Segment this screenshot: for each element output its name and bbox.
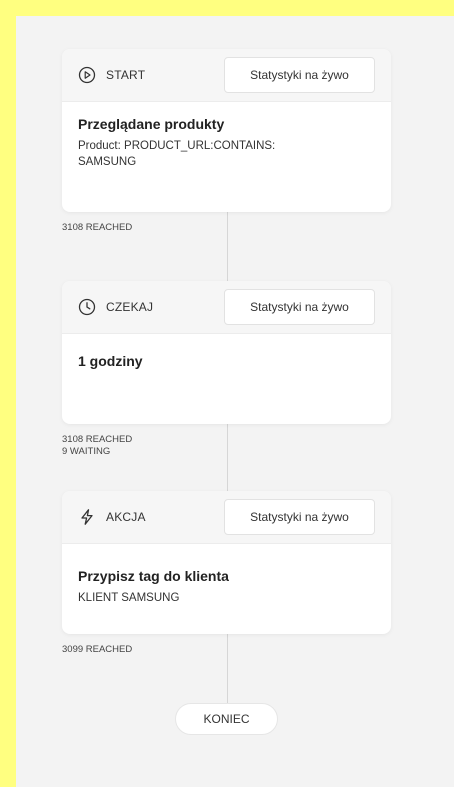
step-title: Przypisz tag do klienta (78, 568, 229, 584)
connector-line (227, 424, 228, 491)
workflow-step-wait[interactable]: CZEKAJ Statystyki na żywo 1 godziny (62, 281, 391, 424)
step-stats: 3108 REACHED (62, 222, 132, 234)
step-type-label: CZEKAJ (106, 300, 154, 314)
step-header: START Statystyki na żywo (62, 49, 391, 102)
reached-count: 3108 REACHED (62, 222, 133, 233)
step-stats: 3099 REACHED (62, 644, 132, 656)
play-circle-icon (78, 66, 96, 84)
step-detail: KLIENT SAMSUNG (78, 592, 180, 604)
live-stats-button[interactable]: Statystyki na żywo (224, 499, 375, 535)
live-stats-button[interactable]: Statystyki na żywo (224, 57, 375, 93)
reached-count: 3099 REACHED (62, 644, 133, 655)
step-title: Przeglądane produkty (78, 116, 225, 132)
connector-line (227, 212, 228, 281)
step-type-label: START (106, 68, 146, 82)
step-header: CZEKAJ Statystyki na żywo (62, 281, 391, 334)
step-body: Przeglądane produkty Product: PRODUCT_UR… (62, 102, 391, 184)
workflow-step-action[interactable]: AKCJA Statystyki na żywo Przypisz tag do… (62, 491, 391, 634)
clock-icon (78, 298, 96, 316)
reached-count: 3108 REACHED (62, 434, 133, 445)
lightning-icon (78, 508, 96, 526)
step-stats: 3108 REACHED 9 WAITING (62, 434, 132, 458)
waiting-count: 9 WAITING (62, 446, 111, 457)
workflow-end-node: KONIEC (175, 703, 278, 735)
step-body: Przypisz tag do klienta KLIENT SAMSUNG (62, 544, 391, 620)
step-detail: Product: PRODUCT_URL:CONTAINS: SAMSUNG (78, 140, 276, 168)
live-stats-button[interactable]: Statystyki na żywo (224, 289, 375, 325)
connector-line (227, 634, 228, 704)
step-type-label: AKCJA (106, 510, 146, 524)
step-header: AKCJA Statystyki na żywo (62, 491, 391, 544)
step-body: 1 godziny (62, 334, 391, 389)
step-title: 1 godziny (78, 353, 143, 369)
workflow-step-start[interactable]: START Statystyki na żywo Przeglądane pro… (62, 49, 391, 212)
